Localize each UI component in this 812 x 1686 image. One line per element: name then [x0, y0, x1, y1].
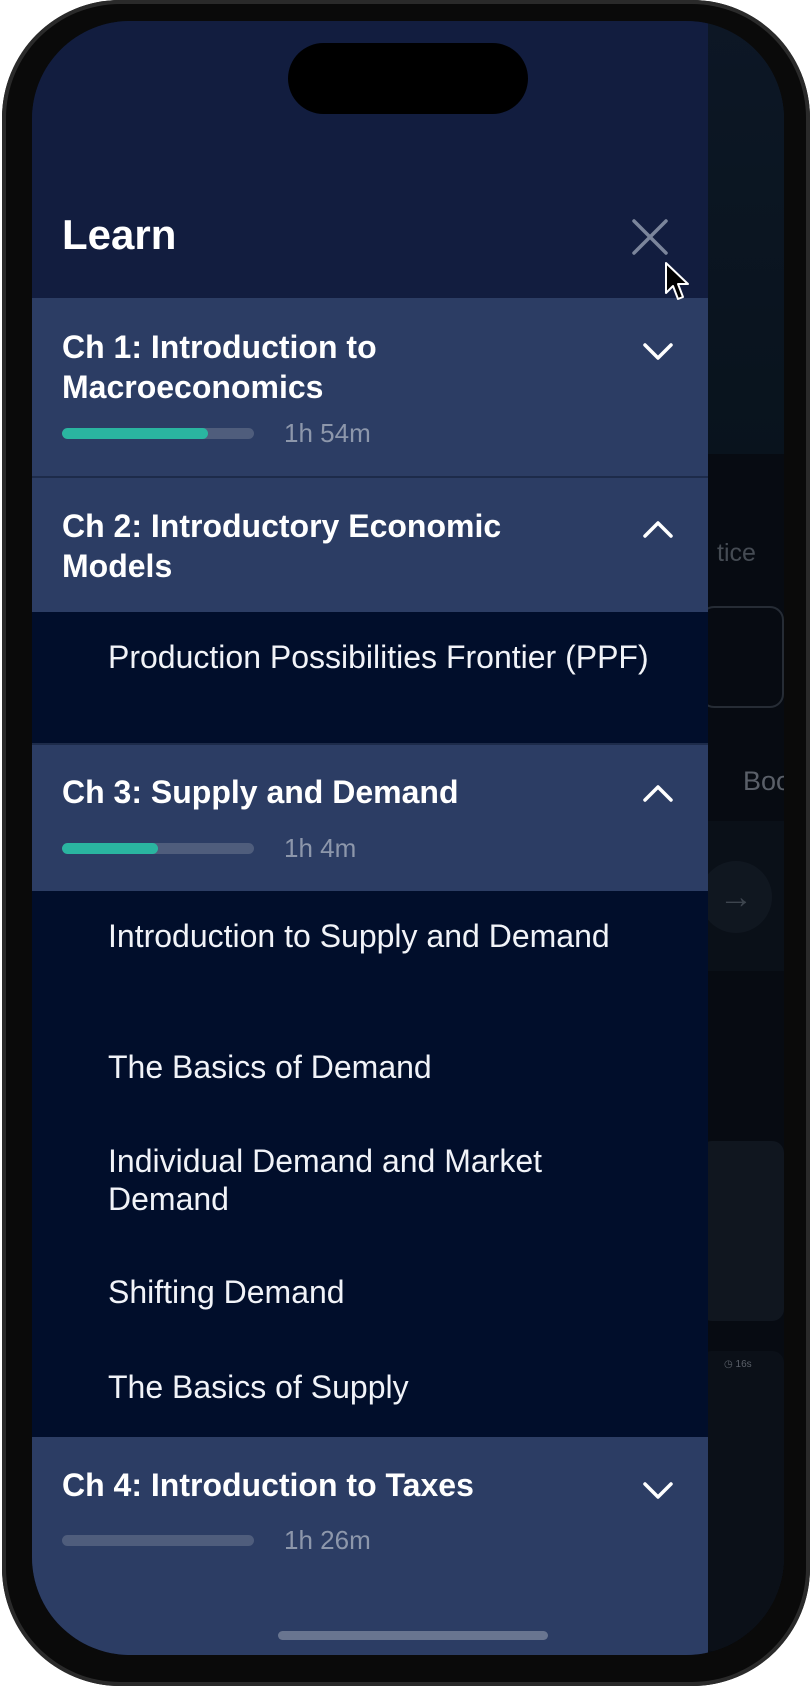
chapter-progress-bar: [62, 843, 254, 854]
chapter-duration: 1h 26m: [284, 1525, 371, 1555]
lesson-item[interactable]: Production Possibilities Frontier (PPF): [108, 638, 668, 676]
phone-frame: tice Boo → ◷ 16s Learn Ch 1: Introductio…: [2, 0, 810, 1686]
chapter-title: Ch 4: Introduction to Taxes: [62, 1467, 474, 1503]
chapter-duration: 1h 4m: [284, 833, 357, 863]
chapter-3-lessons: Introduction to Supply and Demand The Ba…: [32, 891, 708, 1437]
chapter-title: Ch 2: Introductory Economic Models: [62, 508, 502, 584]
home-indicator[interactable]: [278, 1631, 548, 1640]
learn-drawer: Learn Ch 1: Introduction to Macroeconomi…: [32, 21, 708, 1655]
lesson-item[interactable]: The Basics of Supply: [108, 1368, 668, 1406]
chapter-title: Ch 3: Supply and Demand: [62, 774, 459, 810]
chapter-title: Ch 1: Introduction to Macroeconomics: [62, 329, 377, 405]
chapter-progress-bar: [62, 1535, 254, 1546]
lesson-item[interactable]: The Basics of Demand: [108, 1048, 668, 1086]
lesson-item[interactable]: Introduction to Supply and Demand: [108, 917, 668, 955]
chapter-progress-fill: [62, 843, 158, 854]
chapter-progress-fill: [62, 428, 208, 439]
close-icon[interactable]: [630, 217, 670, 257]
chevron-down-icon[interactable]: [641, 1479, 675, 1501]
chapter-3-header[interactable]: Ch 3: Supply and Demand 1h 4m: [32, 745, 708, 891]
chapter-1-header[interactable]: Ch 1: Introduction to Macroeconomics 1h …: [32, 298, 708, 476]
chapter-progress-bar: [62, 428, 254, 439]
chevron-up-icon[interactable]: [641, 783, 675, 805]
dynamic-island: [288, 43, 528, 114]
chapter-2-header[interactable]: Ch 2: Introductory Economic Models: [32, 478, 708, 612]
chapter-duration: 1h 54m: [284, 418, 371, 448]
chevron-up-icon[interactable]: [641, 519, 675, 541]
lesson-item[interactable]: Individual Demand and Market Demand: [108, 1142, 668, 1218]
chapter-4-header[interactable]: Ch 4: Introduction to Taxes 1h 26m: [32, 1437, 708, 1655]
screen: tice Boo → ◷ 16s Learn Ch 1: Introductio…: [32, 21, 784, 1655]
chapter-2-lessons: Production Possibilities Frontier (PPF): [32, 612, 708, 744]
mouse-cursor-icon: [665, 262, 689, 300]
drawer-title: Learn: [62, 211, 177, 258]
chevron-down-icon[interactable]: [641, 340, 675, 362]
lesson-item[interactable]: Shifting Demand: [108, 1273, 668, 1311]
